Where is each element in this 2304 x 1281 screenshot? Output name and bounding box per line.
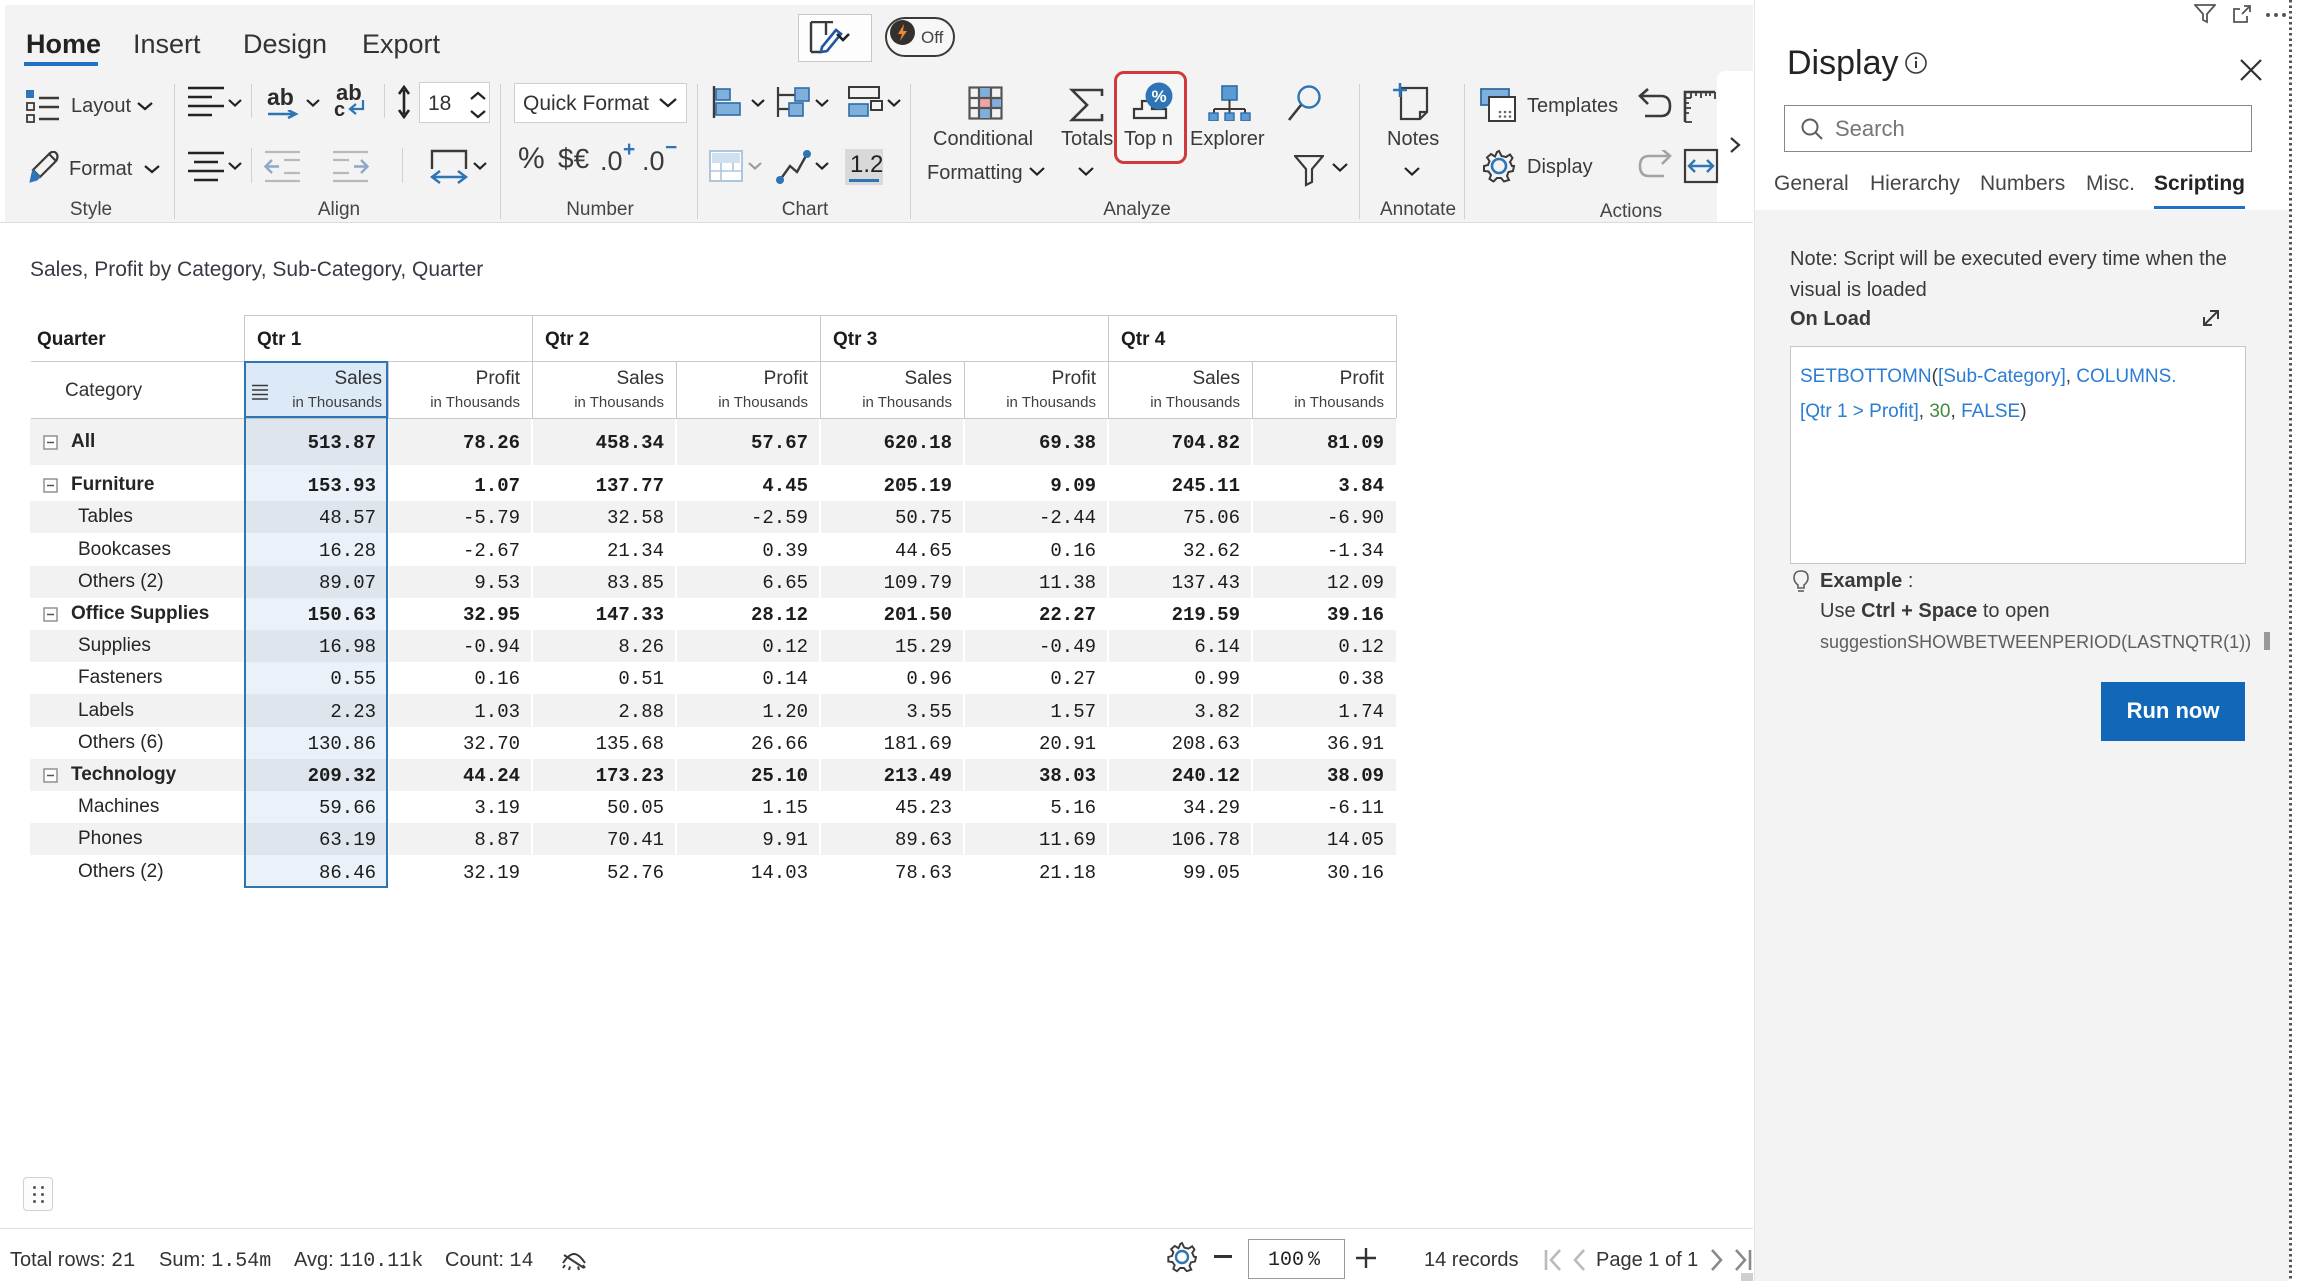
svg-text:%: %: [1151, 87, 1166, 106]
